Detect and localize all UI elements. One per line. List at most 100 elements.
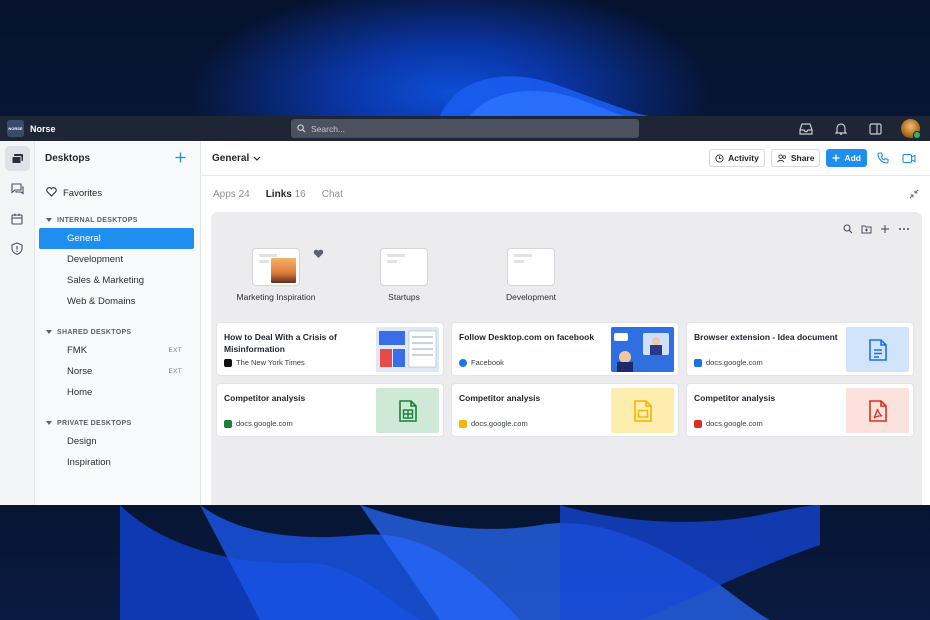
folder-thumbnail bbox=[380, 248, 428, 286]
tab-label: Apps bbox=[213, 188, 236, 200]
presentation-icon bbox=[633, 399, 652, 422]
section-header-internal[interactable]: INTERNAL DESKTOPS bbox=[35, 212, 200, 228]
tab-label: Chat bbox=[321, 188, 343, 200]
item-label: Norse bbox=[67, 366, 93, 377]
users-icon bbox=[777, 153, 786, 162]
pdf-file-icon bbox=[868, 399, 887, 422]
section-title: PRIVATE DESKTOPS bbox=[57, 419, 132, 427]
app-window: NORSE Norse Search... Desktops Favorites… bbox=[0, 116, 930, 505]
calendar-icon[interactable] bbox=[5, 206, 30, 231]
sidebar-item-fmk[interactable]: FMK EXT bbox=[39, 340, 194, 361]
link-card[interactable]: Competitor analysis docs.google.com bbox=[451, 383, 679, 437]
video-call-icon[interactable] bbox=[899, 149, 919, 167]
item-label: Design bbox=[67, 436, 97, 447]
pdf-thumbnail bbox=[846, 388, 909, 433]
link-source: Facebook bbox=[471, 358, 504, 367]
content-tabs: Apps 24 Links 16 Chat bbox=[201, 176, 930, 212]
tab-links[interactable]: Links 16 bbox=[266, 189, 306, 200]
section-title: INTERNAL DESKTOPS bbox=[57, 216, 138, 224]
inbox-icon[interactable] bbox=[796, 119, 815, 138]
section-header-private[interactable]: PRIVATE DESKTOPS bbox=[35, 415, 200, 431]
add-link-plus-icon[interactable] bbox=[880, 221, 890, 239]
user-avatar[interactable] bbox=[901, 119, 921, 139]
sidebar-item-web-domains[interactable]: Web & Domains bbox=[39, 291, 194, 312]
link-card[interactable]: Browser extension - Idea document docs.g… bbox=[686, 322, 914, 376]
folder-marketing-inspiration[interactable]: Marketing Inspiration bbox=[221, 248, 331, 302]
link-card[interactable]: Competitor analysis docs.google.com bbox=[686, 383, 914, 437]
item-label: Home bbox=[67, 387, 93, 398]
security-shield-icon[interactable] bbox=[5, 236, 30, 261]
chat-icon[interactable] bbox=[5, 176, 30, 201]
favorites-label: Favorites bbox=[63, 187, 103, 199]
activity-button[interactable]: Activity bbox=[709, 149, 765, 167]
add-desktop-plus-icon[interactable] bbox=[175, 150, 186, 168]
add-folder-icon[interactable] bbox=[861, 221, 872, 239]
article-thumbnail bbox=[376, 327, 439, 372]
clock-icon bbox=[715, 153, 724, 163]
collapse-icon[interactable] bbox=[909, 189, 919, 202]
workspace-switcher[interactable]: NORSE Norse bbox=[7, 120, 56, 137]
tab-chat[interactable]: Chat bbox=[322, 189, 343, 200]
sidebar-item-design[interactable]: Design bbox=[39, 431, 194, 452]
facebook-thumbnail bbox=[611, 327, 674, 372]
spreadsheet-icon bbox=[398, 399, 417, 422]
section-header-shared[interactable]: SHARED DESKTOPS bbox=[35, 324, 200, 340]
add-button[interactable]: Add bbox=[826, 149, 867, 167]
folder-startups[interactable]: Startups bbox=[349, 248, 459, 302]
wallpaper-top bbox=[0, 0, 930, 116]
section-title: SHARED DESKTOPS bbox=[57, 328, 132, 336]
item-label: General bbox=[67, 233, 101, 244]
favorite-heart-icon[interactable] bbox=[313, 246, 324, 264]
folder-thumbnail bbox=[252, 248, 300, 286]
folder-development[interactable]: Development bbox=[476, 248, 586, 302]
sidebar-item-norse[interactable]: Norse EXT bbox=[39, 361, 194, 382]
sidebar-favorites[interactable]: Favorites bbox=[35, 182, 200, 204]
wallpaper-bottom bbox=[0, 505, 930, 620]
search-placeholder: Search... bbox=[311, 123, 346, 134]
tab-label: Links bbox=[265, 188, 292, 200]
share-button[interactable]: Share bbox=[770, 149, 821, 167]
search-icon[interactable] bbox=[843, 221, 853, 239]
activity-label: Activity bbox=[728, 153, 759, 163]
links-panel: Marketing Inspiration Startups Developme… bbox=[211, 212, 922, 505]
notifications-bell-icon[interactable] bbox=[831, 119, 850, 138]
link-card[interactable]: How to Deal With a Crisis of Misinformat… bbox=[216, 322, 444, 376]
sidebar-item-general[interactable]: General bbox=[39, 228, 194, 249]
panel-toggle-icon[interactable] bbox=[866, 119, 885, 138]
phone-call-icon[interactable] bbox=[873, 149, 893, 167]
item-label: Development bbox=[67, 254, 123, 265]
folder-image-sunset bbox=[271, 258, 296, 283]
desktop-selector[interactable]: General bbox=[212, 153, 261, 164]
sidebar-item-sales-marketing[interactable]: Sales & Marketing bbox=[39, 270, 194, 291]
folder-label: Startups bbox=[388, 292, 420, 302]
google-sheets-favicon-icon bbox=[224, 419, 232, 428]
chevron-down-icon bbox=[253, 156, 261, 161]
sidebar-item-home[interactable]: Home bbox=[39, 382, 194, 403]
desktops-icon[interactable] bbox=[4, 146, 30, 171]
tab-apps[interactable]: Apps 24 bbox=[213, 189, 250, 200]
sidebar-title: Desktops bbox=[45, 153, 91, 164]
item-label: Sales & Marketing bbox=[67, 275, 145, 286]
link-card[interactable]: Follow Desktop.com on facebook Facebook bbox=[451, 322, 679, 376]
main-content: General Activity Share Add Apps 24 Links… bbox=[201, 141, 930, 505]
link-source: docs.google.com bbox=[706, 358, 763, 367]
link-source: docs.google.com bbox=[706, 419, 763, 428]
folder-label: Marketing Inspiration bbox=[236, 292, 316, 302]
caret-down-icon bbox=[46, 330, 52, 334]
folder-thumbnail bbox=[507, 248, 555, 286]
nyt-favicon-icon bbox=[224, 358, 232, 367]
caret-down-icon bbox=[46, 218, 52, 222]
more-options-icon[interactable] bbox=[898, 221, 910, 239]
sidebar-item-development[interactable]: Development bbox=[39, 249, 194, 270]
folder-label: Development bbox=[505, 292, 557, 302]
google-slides-thumbnail bbox=[611, 388, 674, 433]
workspace-name: Norse bbox=[30, 123, 56, 134]
item-label: FMK bbox=[67, 345, 88, 356]
document-icon bbox=[868, 338, 887, 361]
link-title: Competitor analysis bbox=[694, 393, 776, 403]
caret-down-icon bbox=[46, 421, 52, 425]
link-card[interactable]: Competitor analysis docs.google.com bbox=[216, 383, 444, 437]
breadcrumb: General bbox=[212, 152, 250, 164]
search-bar[interactable]: Search... bbox=[291, 119, 639, 138]
sidebar-item-inspiration[interactable]: Inspiration bbox=[39, 452, 194, 473]
